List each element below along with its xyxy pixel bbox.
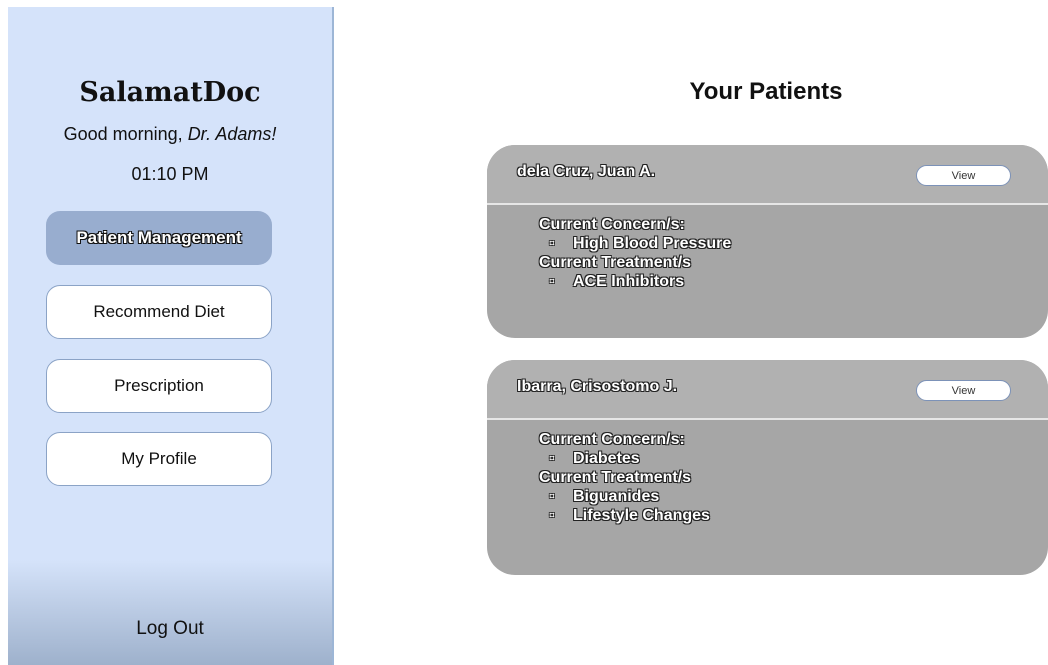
greeting: Good morning, Dr. Adams!: [8, 124, 332, 145]
page-title: Your Patients: [689, 78, 843, 105]
treatments-label: Current Treatment/s: [539, 469, 692, 486]
treatment-text: Biguanides: [573, 488, 660, 505]
patient-name: dela Cruz, Juan A.: [517, 163, 656, 180]
bullet-icon: ▫: [549, 488, 555, 505]
nav-my-profile-button[interactable]: My Profile: [46, 432, 272, 486]
treatment-item: ▫ Biguanides: [539, 487, 1048, 506]
nav-recommend-diet-button[interactable]: Recommend Diet: [46, 285, 272, 339]
patient-card: Ibarra, Crisostomo J. View Current Conce…: [487, 360, 1048, 575]
patient-card-header: Ibarra, Crisostomo J. View: [487, 360, 1048, 420]
concern-item: ▫ High Blood Pressure: [539, 234, 1048, 253]
patient-card-header: dela Cruz, Juan A. View: [487, 145, 1048, 205]
concern-item: ▫ Diabetes: [539, 449, 1048, 468]
patient-name: Ibarra, Crisostomo J.: [517, 378, 678, 395]
treatments-label: Current Treatment/s: [539, 254, 692, 271]
sidebar-footer-gradient: [8, 560, 332, 665]
logout-button[interactable]: Log Out: [8, 618, 332, 640]
greeting-prefix: Good morning,: [63, 124, 188, 144]
bullet-icon: ▫: [549, 450, 555, 467]
bullet-icon: ▫: [549, 235, 555, 252]
treatment-item: ▫ ACE Inhibitors: [539, 272, 1048, 291]
bullet-icon: ▫: [549, 507, 555, 524]
concerns-label: Current Concern/s:: [539, 216, 685, 233]
sidebar: SalamatDoc Good morning, Dr. Adams! 01:1…: [8, 7, 334, 665]
nav-patient-management-button[interactable]: Patient Management: [46, 211, 272, 265]
app-brand: SalamatDoc: [79, 77, 261, 108]
current-time: 01:10 PM: [131, 164, 209, 184]
view-patient-button[interactable]: View: [916, 380, 1011, 401]
treatment-text: ACE Inhibitors: [573, 273, 685, 290]
concerns-label: Current Concern/s:: [539, 431, 685, 448]
concern-text: High Blood Pressure: [573, 235, 732, 252]
bullet-icon: ▫: [549, 273, 555, 290]
patient-card-body: Current Concern/s: ▫ High Blood Pressure …: [487, 205, 1048, 291]
patient-card-body: Current Concern/s: ▫ Diabetes Current Tre…: [487, 420, 1048, 525]
nav-prescription-button[interactable]: Prescription: [46, 359, 272, 413]
concern-text: Diabetes: [573, 450, 640, 467]
treatment-item: ▫ Lifestyle Changes: [539, 506, 1048, 525]
view-patient-button[interactable]: View: [916, 165, 1011, 186]
treatment-text: Lifestyle Changes: [573, 507, 710, 524]
greeting-name: Dr. Adams!: [187, 124, 277, 144]
patient-card: dela Cruz, Juan A. View Current Concern/…: [487, 145, 1048, 338]
